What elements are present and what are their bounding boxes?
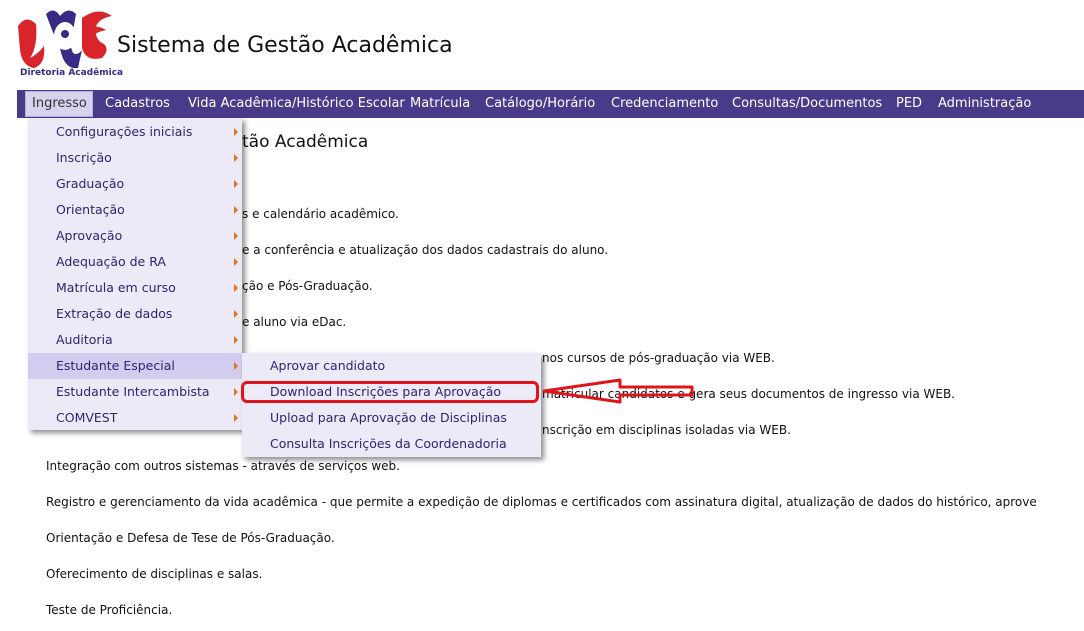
annotation-highlight-box [241, 381, 539, 403]
menu-consultas-documentos[interactable]: Consultas/Documentos [732, 90, 882, 118]
menu-vida-academica[interactable]: Vida Acadêmica/Histórico Escolar [188, 90, 405, 118]
menu-item-consulta-inscricoes[interactable]: Consulta Inscrições da Coordenadoria [242, 431, 541, 457]
app-title: Sistema de Gestão Acadêmica [117, 33, 453, 58]
submenu-arrow-icon [234, 154, 238, 162]
content-line: Registro e gerenciamento da vida acadêmi… [46, 495, 1037, 509]
menu-item-aprovacao[interactable]: Aprovação [28, 223, 242, 249]
content-line: Oferecimento de disciplinas e salas. [46, 567, 263, 581]
submenu-arrow-icon [234, 284, 238, 292]
content-line: e aluno via eDac. [242, 315, 347, 329]
menu-item-inscricao[interactable]: Inscrição [28, 145, 242, 171]
estudante-especial-submenu: Aprovar candidato Download Inscrições pa… [242, 353, 541, 457]
menu-administracao[interactable]: Administração [938, 90, 1031, 118]
submenu-arrow-icon [234, 414, 238, 422]
menu-item-estudante-especial[interactable]: Estudante Especial [28, 353, 242, 379]
menu-item-estudante-intercambista[interactable]: Estudante Intercambista [28, 379, 242, 405]
annotation-arrow-icon [542, 378, 694, 404]
menu-item-comvest[interactable]: COMVEST [28, 405, 242, 431]
menu-item-graduacao[interactable]: Graduação [28, 171, 242, 197]
submenu-arrow-icon [234, 180, 238, 188]
menu-item-upload-aprovacao-disciplinas[interactable]: Upload para Aprovação de Disciplinas [242, 405, 541, 431]
menu-item-orientacao[interactable]: Orientação [28, 197, 242, 223]
content-line: nscrição em disciplinas isoladas via WEB… [542, 423, 791, 437]
menu-credenciamento[interactable]: Credenciamento [611, 90, 718, 118]
ingresso-dropdown: Configurações iniciais Inscrição Graduaç… [28, 118, 242, 430]
content-line: ção e Pós-Graduação. [242, 279, 373, 293]
page-heading: tão Acadêmica [242, 132, 369, 152]
menu-cadastros[interactable]: Cadastros [105, 90, 170, 118]
submenu-arrow-icon [234, 362, 238, 370]
content-line: nos cursos de pós-graduação via WEB. [542, 351, 775, 365]
menu-item-auditoria[interactable]: Auditoria [28, 327, 242, 353]
logo-caption: Diretoria Acadêmica [20, 68, 124, 78]
submenu-arrow-icon [234, 128, 238, 136]
content-line: s e calendário acadêmico. [242, 207, 399, 221]
submenu-arrow-icon [234, 232, 238, 240]
menu-matricula[interactable]: Matrícula [410, 90, 470, 118]
content-line: Teste de Proficiência. [46, 603, 173, 617]
menu-item-matricula-em-curso[interactable]: Matrícula em curso [28, 275, 242, 301]
content-line: Orientação e Defesa de Tese de Pós-Gradu… [46, 531, 335, 545]
menu-item-extracao-dados[interactable]: Extração de dados [28, 301, 242, 327]
submenu-arrow-icon [234, 258, 238, 266]
header: Diretoria Acadêmica Sistema de Gestão Ac… [0, 0, 1084, 90]
submenu-arrow-icon [234, 388, 238, 396]
main-menubar: Ingresso Cadastros Vida Acadêmica/Histór… [17, 90, 1084, 118]
menu-catalogo-horario[interactable]: Catálogo/Horário [485, 90, 595, 118]
content-line: Integração com outros sistemas - através… [46, 459, 400, 473]
submenu-arrow-icon [234, 310, 238, 318]
submenu-arrow-icon [234, 206, 238, 214]
menu-item-adequacao-ra[interactable]: Adequação de RA [28, 249, 242, 275]
menu-item-aprovar-candidato[interactable]: Aprovar candidato [242, 353, 541, 379]
menu-item-configuracoes-iniciais[interactable]: Configurações iniciais [28, 119, 242, 145]
menu-ingresso[interactable]: Ingresso [25, 91, 93, 117]
submenu-arrow-icon [234, 336, 238, 344]
content-line: e a conferência e atualização dos dados … [242, 243, 609, 257]
menu-ped[interactable]: PED [896, 90, 922, 118]
